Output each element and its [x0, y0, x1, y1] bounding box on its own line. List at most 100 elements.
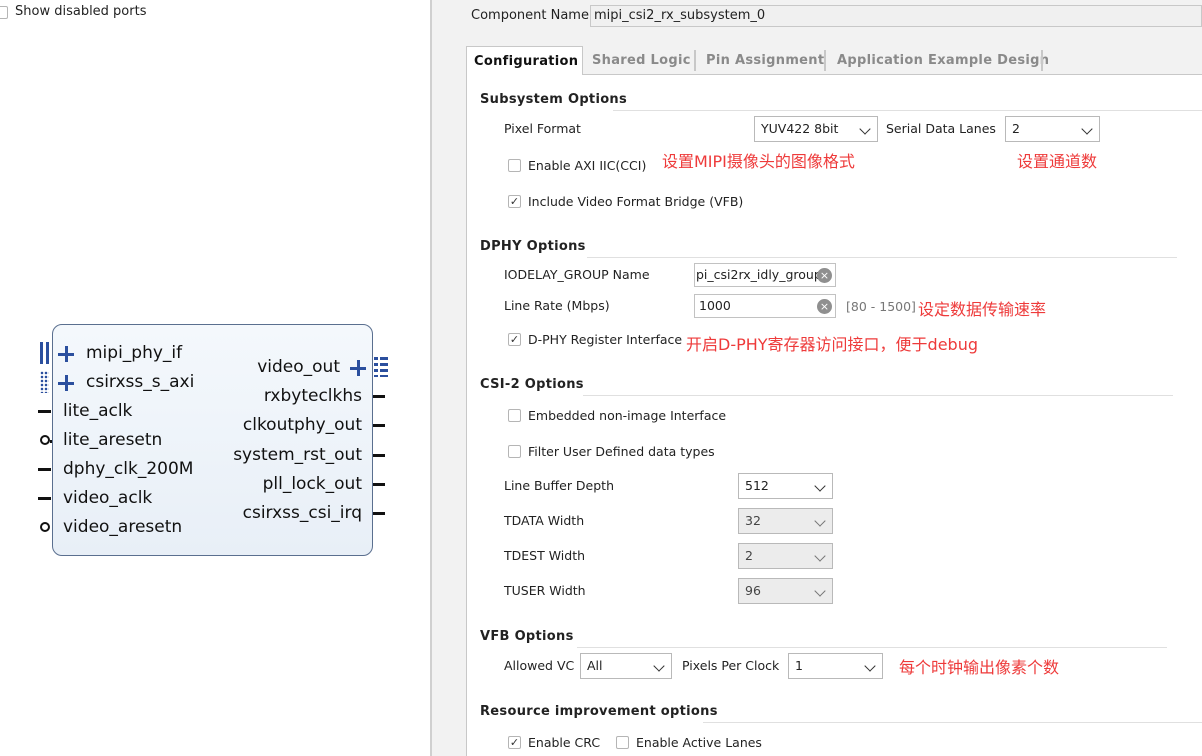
pin-system-rst-out[interactable] [372, 454, 385, 457]
section-divider [577, 647, 1167, 648]
expand-plus-icon[interactable] [350, 360, 366, 376]
pin-rxbyteclkhs[interactable] [372, 395, 385, 398]
pin-lite-aresetn-negated[interactable] [40, 435, 50, 445]
enable-axi-iic-checkbox[interactable] [508, 159, 521, 172]
tdest-width-label: TDEST Width [504, 548, 586, 563]
allowed-vc-value: All [587, 658, 603, 673]
pin-video-aresetn-negated[interactable] [40, 522, 50, 532]
pin-csirxss-csi-irq[interactable] [372, 512, 385, 515]
filter-user-defined-checkbox[interactable] [508, 445, 521, 458]
annotation-pixels-per-clock: 每个时钟输出像素个数 [899, 658, 1060, 677]
bus-out-icon [374, 357, 388, 377]
port-label: csirxss_s_axi [86, 372, 195, 392]
show-disabled-ports-label: Show disabled ports [15, 4, 147, 19]
line-rate-label: Line Rate (Mbps) [504, 298, 610, 313]
line-rate-field[interactable]: 1000 × [694, 294, 836, 318]
bus-interface-icon [40, 342, 49, 364]
pin-clkoutphy-out[interactable] [372, 424, 385, 427]
expand-plus-icon[interactable] [58, 346, 74, 362]
port-label: clkoutphy_out [242, 415, 362, 435]
pin-video-aclk[interactable] [38, 497, 51, 500]
serial-data-lanes-value: 2 [1012, 121, 1020, 136]
section-divider [583, 395, 1173, 396]
serial-data-lanes-dropdown[interactable]: 2 [1005, 116, 1100, 142]
pixel-format-dropdown[interactable]: YUV422 8bit [754, 116, 878, 142]
tab-divider [824, 50, 826, 71]
section-divider [587, 257, 1177, 258]
enable-crc-checkbox[interactable] [508, 736, 521, 749]
iodelay-group-field[interactable]: pi_csi2rx_idly_group × [694, 263, 836, 287]
chevron-down-icon [864, 660, 876, 672]
port-label: video_aclk [63, 488, 153, 508]
chevron-down-icon [814, 515, 826, 527]
port-label: video_aresetn [63, 517, 183, 537]
tab-divider [694, 50, 696, 71]
port-label: csirxss_csi_irq [242, 503, 362, 523]
chevron-down-icon [1081, 123, 1093, 135]
bus-interface-dotted-icon [40, 371, 49, 393]
port-label: dphy_clk_200M [63, 459, 194, 479]
section-title-csi2: CSI-2 Options [480, 377, 584, 392]
ip-block[interactable]: mipi_phy_if csirxss_s_axi lite_aclk lite… [52, 324, 373, 556]
tuser-width-value: 96 [745, 583, 761, 598]
port-label: rxbyteclkhs [263, 386, 362, 406]
embedded-non-image-label: Embedded non-image Interface [528, 408, 727, 423]
include-vfb-checkbox[interactable] [508, 195, 521, 208]
tdest-width-value: 2 [745, 548, 753, 563]
enable-axi-iic-label: Enable AXI IIC(CCI) [528, 158, 647, 173]
pin-lite-aclk[interactable] [38, 410, 51, 413]
chevron-down-icon [859, 123, 871, 135]
pin-dphy-clk[interactable] [38, 468, 51, 471]
tab-pin-assignment[interactable]: Pin Assignment [699, 46, 831, 75]
annotation-lanes: 设置通道数 [1017, 152, 1098, 171]
serial-data-lanes-label: Serial Data Lanes [886, 121, 996, 136]
tuser-width-dropdown[interactable]: 96 [738, 578, 833, 604]
annotation-pixel-format: 设置MIPI摄像头的图像格式 [662, 152, 855, 171]
tab-divider [1041, 50, 1043, 71]
clear-icon[interactable]: × [817, 299, 832, 314]
section-title-dphy: DPHY Options [480, 239, 586, 254]
iodelay-group-value: pi_csi2rx_idly_group [696, 267, 822, 282]
tab-bar: Configuration Shared Logic Pin Assignmen… [466, 46, 1202, 76]
line-rate-value: 1000 [699, 298, 731, 313]
pixels-per-clock-label: Pixels Per Clock [682, 658, 780, 673]
tdest-width-dropdown[interactable]: 2 [738, 543, 833, 569]
allowed-vc-label: Allowed VC [504, 658, 575, 673]
block-diagram-panel: Show disabled ports mipi_phy_if csirxss_… [0, 0, 430, 756]
section-divider [613, 110, 1202, 111]
tab-configuration[interactable]: Configuration [466, 46, 583, 76]
pixels-per-clock-value: 1 [795, 658, 803, 673]
port-label: lite_aresetn [63, 430, 163, 450]
tuser-width-label: TUSER Width [504, 583, 586, 598]
clear-icon[interactable]: × [817, 268, 832, 283]
line-buffer-depth-dropdown[interactable]: 512 [738, 473, 833, 499]
allowed-vc-dropdown[interactable]: All [580, 653, 672, 679]
chevron-down-icon [814, 550, 826, 562]
iodelay-group-label: IODELAY_GROUP Name [504, 267, 650, 282]
tdata-width-dropdown[interactable]: 32 [738, 508, 833, 534]
chevron-down-icon [814, 585, 826, 597]
line-rate-range: [80 - 1500] [846, 299, 916, 314]
port-label: pll_lock_out [262, 474, 362, 494]
tab-shared-logic[interactable]: Shared Logic [585, 46, 698, 75]
component-name-field[interactable]: mipi_csi2_rx_subsystem_0 [590, 5, 1202, 27]
embedded-non-image-checkbox[interactable] [508, 409, 521, 422]
pixel-format-label: Pixel Format [504, 121, 581, 136]
filter-user-defined-label: Filter User Defined data types [528, 444, 715, 459]
section-title-resource: Resource improvement options [480, 704, 718, 719]
section-divider [703, 722, 1202, 723]
configuration-content: Subsystem Options Pixel Format YUV422 8b… [466, 75, 1202, 756]
line-buffer-depth-value: 512 [745, 478, 769, 493]
pin-pll-lock-out[interactable] [372, 483, 385, 486]
dphy-register-interface-checkbox[interactable] [508, 333, 521, 346]
pixels-per-clock-dropdown[interactable]: 1 [788, 653, 883, 679]
annotation-line-rate: 设定数据传输速率 [918, 300, 1047, 319]
enable-active-lanes-label: Enable Active Lanes [636, 735, 762, 750]
tab-application-example-design[interactable]: Application Example Design [830, 46, 1056, 75]
tdata-width-value: 32 [745, 513, 761, 528]
show-disabled-ports-checkbox[interactable] [0, 6, 8, 19]
enable-active-lanes-checkbox[interactable] [616, 736, 629, 749]
expand-plus-icon[interactable] [58, 375, 74, 391]
chevron-down-icon [814, 480, 826, 492]
annotation-dphy-register: 开启D-PHY寄存器访问接口，便于debug [686, 335, 979, 354]
